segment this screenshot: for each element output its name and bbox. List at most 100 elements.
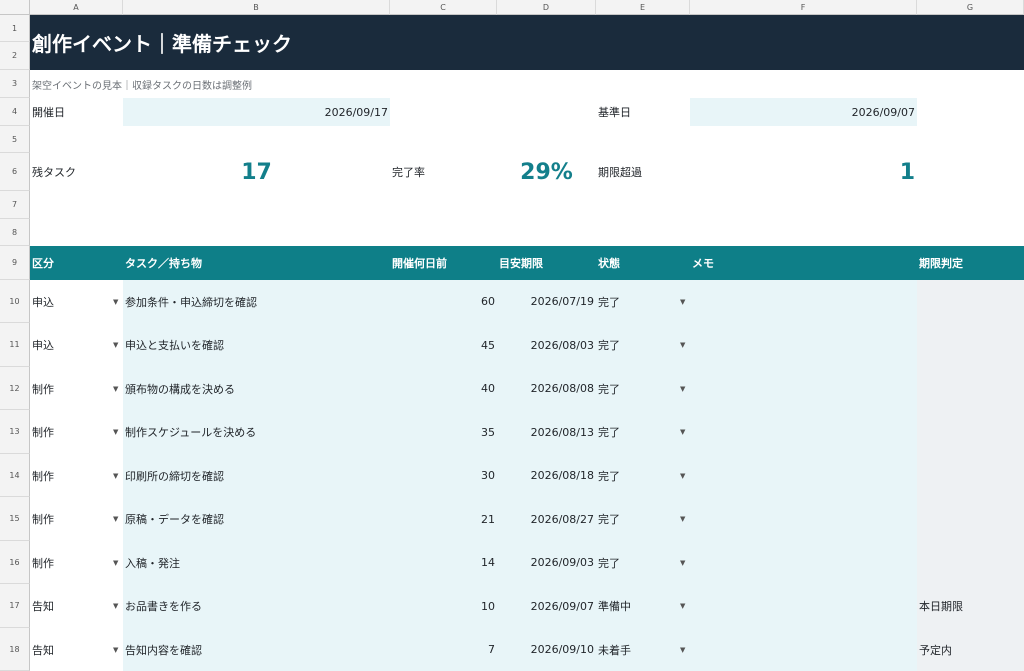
- memo-cell[interactable]: [690, 628, 917, 671]
- row-header-15[interactable]: 15: [0, 497, 30, 541]
- days-before-cell[interactable]: 60: [390, 280, 497, 323]
- task-cell[interactable]: 申込と支払いを確認: [123, 323, 390, 367]
- memo-cell[interactable]: [690, 367, 917, 410]
- row-header-7[interactable]: 7: [0, 191, 30, 219]
- days-before-cell[interactable]: 40: [390, 367, 497, 410]
- column-header-e[interactable]: E: [596, 0, 690, 15]
- target-date-cell[interactable]: 2026/08/08: [497, 367, 596, 410]
- status-cell[interactable]: 完了: [596, 454, 676, 497]
- dropdown-arrow-icon[interactable]: ▼: [680, 584, 690, 628]
- status-cell[interactable]: 完了: [596, 323, 676, 367]
- task-cell[interactable]: お品書きを作る: [123, 584, 390, 628]
- memo-cell[interactable]: [690, 584, 917, 628]
- dropdown-arrow-icon[interactable]: ▼: [113, 323, 123, 367]
- target-date-cell[interactable]: 2026/08/18: [497, 454, 596, 497]
- memo-cell[interactable]: [690, 410, 917, 454]
- sheet-corner[interactable]: [0, 0, 30, 15]
- category-cell[interactable]: 制作: [30, 410, 123, 454]
- category-cell[interactable]: 制作: [30, 541, 123, 584]
- row-header-2[interactable]: 2: [0, 42, 30, 70]
- days-before-cell[interactable]: 21: [390, 497, 497, 541]
- row-header-14[interactable]: 14: [0, 454, 30, 497]
- header-target-date[interactable]: 目安期限: [497, 246, 596, 280]
- dropdown-arrow-icon[interactable]: ▼: [680, 410, 690, 454]
- row-header-9[interactable]: 9: [0, 246, 30, 280]
- column-header-b[interactable]: B: [123, 0, 390, 15]
- row-header-16[interactable]: 16: [0, 541, 30, 584]
- header-task[interactable]: タスク／持ち物: [123, 246, 390, 280]
- row-header-12[interactable]: 12: [0, 367, 30, 410]
- column-header-d[interactable]: D: [497, 0, 596, 15]
- dropdown-arrow-icon[interactable]: ▼: [680, 280, 690, 323]
- memo-cell[interactable]: [690, 323, 917, 367]
- task-cell[interactable]: 制作スケジュールを決める: [123, 410, 390, 454]
- task-cell[interactable]: 印刷所の締切を確認: [123, 454, 390, 497]
- days-before-cell[interactable]: 7: [390, 628, 497, 671]
- column-header-c[interactable]: C: [390, 0, 497, 15]
- days-before-cell[interactable]: 14: [390, 541, 497, 584]
- memo-cell[interactable]: [690, 280, 917, 323]
- row-header-11[interactable]: 11: [0, 323, 30, 367]
- category-cell[interactable]: 制作: [30, 367, 123, 410]
- row-header-4[interactable]: 4: [0, 98, 30, 126]
- category-cell[interactable]: 制作: [30, 454, 123, 497]
- category-cell[interactable]: 告知: [30, 584, 123, 628]
- status-cell[interactable]: 準備中: [596, 584, 676, 628]
- row-header-6[interactable]: 6: [0, 153, 30, 191]
- header-status[interactable]: 状態: [596, 246, 690, 280]
- dropdown-arrow-icon[interactable]: ▼: [113, 628, 123, 671]
- status-cell[interactable]: 未着手: [596, 628, 676, 671]
- dropdown-arrow-icon[interactable]: ▼: [113, 541, 123, 584]
- column-header-f[interactable]: F: [690, 0, 917, 15]
- header-days-before[interactable]: 開催何日前: [390, 246, 497, 280]
- target-date-cell[interactable]: 2026/09/07: [497, 584, 596, 628]
- row-header-3[interactable]: 3: [0, 70, 30, 98]
- status-cell[interactable]: 完了: [596, 410, 676, 454]
- dropdown-arrow-icon[interactable]: ▼: [113, 410, 123, 454]
- dropdown-arrow-icon[interactable]: ▼: [680, 541, 690, 584]
- dropdown-arrow-icon[interactable]: ▼: [680, 628, 690, 671]
- header-memo[interactable]: メモ: [690, 246, 917, 280]
- task-cell[interactable]: 参加条件・申込締切を確認: [123, 280, 390, 323]
- dropdown-arrow-icon[interactable]: ▼: [113, 584, 123, 628]
- header-category[interactable]: 区分: [30, 246, 123, 280]
- row-header-5[interactable]: 5: [0, 126, 30, 153]
- task-cell[interactable]: 原稿・データを確認: [123, 497, 390, 541]
- dropdown-arrow-icon[interactable]: ▼: [680, 323, 690, 367]
- row-header-18[interactable]: 18: [0, 628, 30, 671]
- category-cell[interactable]: 申込: [30, 280, 123, 323]
- dropdown-arrow-icon[interactable]: ▼: [113, 497, 123, 541]
- target-date-cell[interactable]: 2026/09/10: [497, 628, 596, 671]
- column-header-g[interactable]: G: [917, 0, 1024, 15]
- row-header-13[interactable]: 13: [0, 410, 30, 454]
- memo-cell[interactable]: [690, 454, 917, 497]
- column-header-a[interactable]: A: [30, 0, 123, 15]
- row-header-1[interactable]: 1: [0, 15, 30, 42]
- task-cell[interactable]: 頒布物の構成を決める: [123, 367, 390, 410]
- memo-cell[interactable]: [690, 497, 917, 541]
- dropdown-arrow-icon[interactable]: ▼: [113, 367, 123, 410]
- dropdown-arrow-icon[interactable]: ▼: [680, 497, 690, 541]
- days-before-cell[interactable]: 30: [390, 454, 497, 497]
- target-date-cell[interactable]: 2026/08/13: [497, 410, 596, 454]
- row-header-17[interactable]: 17: [0, 584, 30, 628]
- task-cell[interactable]: 入稿・発注: [123, 541, 390, 584]
- days-before-cell[interactable]: 10: [390, 584, 497, 628]
- status-cell[interactable]: 完了: [596, 367, 676, 410]
- dropdown-arrow-icon[interactable]: ▼: [680, 367, 690, 410]
- base-date-value[interactable]: 2026/09/07: [690, 98, 917, 126]
- target-date-cell[interactable]: 2026/09/03: [497, 541, 596, 584]
- dropdown-arrow-icon[interactable]: ▼: [680, 454, 690, 497]
- target-date-cell[interactable]: 2026/07/19: [497, 280, 596, 323]
- status-cell[interactable]: 完了: [596, 497, 676, 541]
- memo-cell[interactable]: [690, 541, 917, 584]
- task-cell[interactable]: 告知内容を確認: [123, 628, 390, 671]
- status-cell[interactable]: 完了: [596, 541, 676, 584]
- dropdown-arrow-icon[interactable]: ▼: [113, 280, 123, 323]
- days-before-cell[interactable]: 35: [390, 410, 497, 454]
- category-cell[interactable]: 申込: [30, 323, 123, 367]
- category-cell[interactable]: 告知: [30, 628, 123, 671]
- dropdown-arrow-icon[interactable]: ▼: [113, 454, 123, 497]
- target-date-cell[interactable]: 2026/08/03: [497, 323, 596, 367]
- row-header-8[interactable]: 8: [0, 219, 30, 246]
